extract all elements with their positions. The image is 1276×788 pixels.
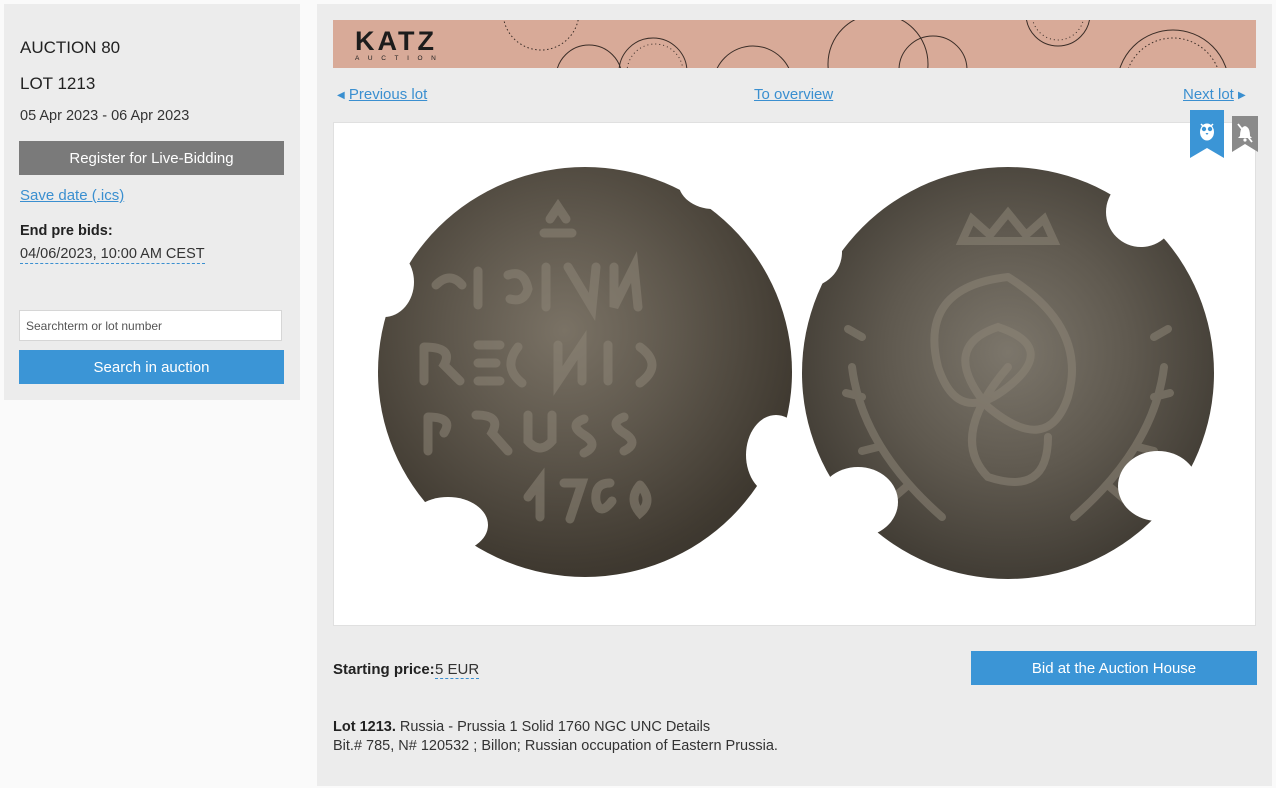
to-overview-link[interactable]: To overview (754, 86, 833, 103)
lot-number: LOT 1213 (20, 74, 96, 93)
starting-price-label: Starting price: (333, 661, 435, 678)
sidebar: AUCTION 80 LOT 1213 05 Apr 2023 - 06 Apr… (4, 4, 300, 400)
end-pre-bids-date: 04/06/2023, 10:00 AM CEST (20, 246, 205, 264)
search-in-auction-button[interactable]: Search in auction (19, 350, 284, 384)
banner-pattern (503, 20, 1227, 68)
auction-banner: KATZ AUCTION (333, 20, 1256, 68)
owl-bookmark-icon[interactable] (1190, 110, 1224, 158)
next-lot-label: Next lot (1183, 86, 1234, 103)
holder-clip (408, 497, 488, 553)
coin-reverse-image (772, 167, 1214, 579)
lot-image-panel[interactable] (333, 110, 1258, 626)
lot-title-line: Lot 1213. Russia - Prussia 1 Solid 1760 … (333, 718, 778, 737)
previous-lot-link[interactable]: ◀ Previous lot (337, 86, 427, 103)
holder-clip (678, 153, 748, 209)
lot-label: Lot 1213. (333, 719, 396, 735)
auction-dates: 05 Apr 2023 - 06 Apr 2023 (20, 108, 190, 124)
holder-clip (1106, 177, 1176, 247)
triangle-right-icon: ▶ (1238, 90, 1246, 101)
holder-clip (1118, 451, 1198, 521)
next-lot-link[interactable]: Next lot ▶ (1183, 86, 1246, 103)
main-content: KATZ AUCTION ◀ Previous lot To overview … (317, 4, 1272, 786)
holder-clip (354, 247, 414, 317)
bid-at-auction-house-button[interactable]: Bid at the Auction House (971, 651, 1257, 685)
register-live-bidding-button[interactable]: Register for Live-Bidding (19, 141, 284, 175)
holder-clip (772, 217, 842, 287)
holder-clip (746, 415, 806, 495)
lot-title: Russia - Prussia 1 Solid 1760 NGC UNC De… (399, 719, 711, 735)
brand-name: KATZ (355, 26, 437, 56)
lot-description: Lot 1213. Russia - Prussia 1 Solid 1760 … (333, 718, 778, 756)
coin-obverse-image (354, 153, 806, 577)
lot-details: Bit.# 785, N# 120532 ; Billon; Russian o… (333, 738, 778, 754)
previous-lot-label: Previous lot (348, 86, 428, 103)
triangle-left-icon: ◀ (337, 90, 345, 101)
starting-price-value: 5 EUR (435, 661, 480, 679)
katz-logo[interactable]: KATZ AUCTION (355, 26, 445, 63)
bell-off-icon[interactable] (1232, 116, 1258, 152)
brand-subtitle: AUCTION (355, 55, 445, 62)
save-date-link[interactable]: Save date (.ics) (20, 187, 124, 204)
end-pre-bids-label: End pre bids: (20, 223, 113, 239)
holder-clip (818, 467, 898, 537)
auction-number: AUCTION 80 (20, 38, 121, 57)
search-input[interactable] (19, 310, 282, 341)
